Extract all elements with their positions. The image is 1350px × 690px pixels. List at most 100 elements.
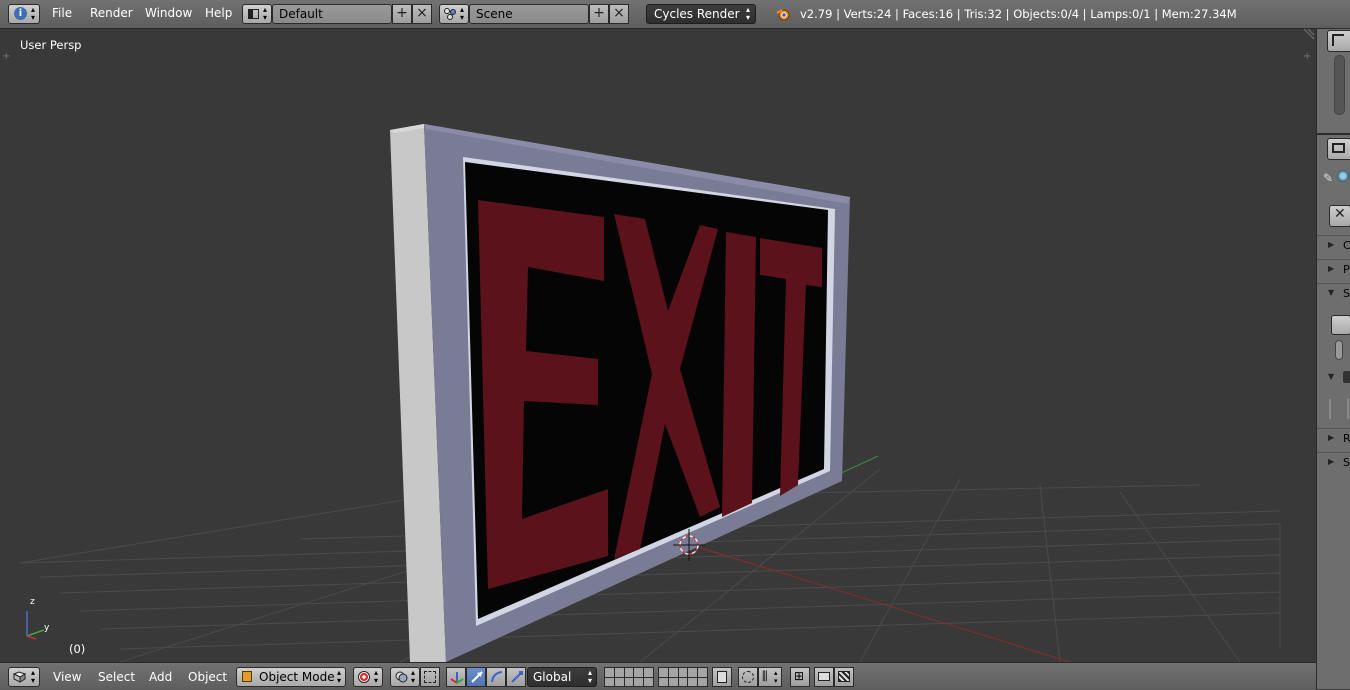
letter-e [478, 200, 608, 589]
pin-icon[interactable]: ✎ [1323, 171, 1333, 185]
world-icon[interactable] [1337, 170, 1349, 182]
menu-window[interactable]: Window [145, 6, 192, 20]
expand-arrow-icon: ▼ [1328, 372, 1335, 381]
chevron-updown-icon: ▴ ▾ [31, 5, 36, 22]
layout-browse-button[interactable]: ▴ ▾ [242, 4, 272, 24]
layout-name-field[interactable]: Default [272, 4, 392, 24]
scale-icon [510, 670, 524, 687]
rotate-icon [490, 670, 504, 687]
scene-layers-group-2[interactable] [658, 667, 708, 687]
chevron-updown-icon: ▴ ▾ [336, 668, 341, 685]
collapse-arrow-icon: ▶ [1328, 264, 1335, 273]
opengl-render-image-button[interactable] [814, 667, 834, 687]
snap-element-select[interactable]: ⫼ ▴ ▾ [758, 667, 782, 687]
scene-name-field[interactable]: Scene [469, 4, 589, 24]
menu-view[interactable]: View [53, 670, 81, 684]
manipulate-center-button[interactable] [420, 667, 440, 687]
layout-grid-icon [248, 9, 259, 19]
remove-scene-button[interactable]: × [609, 4, 629, 24]
scene-layers-group-1[interactable] [604, 667, 654, 687]
menu-object[interactable]: Object [188, 670, 227, 684]
chevron-updown-icon: ▴ ▾ [745, 5, 750, 22]
area-split-icon[interactable]: + [2, 51, 10, 62]
orientation-label: Global [533, 670, 572, 684]
area-split-icon[interactable]: + [1303, 51, 1311, 62]
panel-label: P [1343, 263, 1350, 276]
3d-viewport[interactable]: User Persp (0) z y + + [0, 29, 1316, 662]
panel-field[interactable] [1343, 371, 1350, 383]
panel-header-3[interactable]: ▼ S [1317, 283, 1350, 304]
menu-render[interactable]: Render [90, 6, 133, 20]
scale-manipulator-button[interactable] [506, 667, 526, 687]
snap-increment-icon: ⫼ [762, 669, 768, 683]
snap-target-button[interactable]: ⊞ [790, 667, 810, 687]
panel-field-pair[interactable] [1329, 399, 1349, 419]
translate-manipulator-button[interactable] [466, 667, 486, 687]
proportional-editing-button[interactable] [738, 667, 758, 687]
rotate-manipulator-button[interactable] [486, 667, 506, 687]
chevron-updown-icon: ▴ ▾ [774, 669, 778, 685]
layers-lock-icon [717, 671, 727, 683]
panel-header-1[interactable]: ▶ C [1317, 235, 1350, 256]
right-editor-area: ✎ ✕ ▶ C ▶ P ▼ S ▼ ▶ R ▶ S [1316, 29, 1350, 689]
transform-orientation-select[interactable]: Global ▴ ▾ [527, 667, 597, 687]
area-divider[interactable] [1317, 133, 1350, 135]
chevron-updown-icon: ▴ ▾ [460, 5, 465, 22]
panel-header-6[interactable]: ▶ S [1317, 452, 1350, 473]
translate-arrow-icon [470, 670, 484, 687]
remove-layout-button[interactable]: × [412, 4, 432, 24]
collapse-arrow-icon: ▶ [1328, 433, 1335, 442]
render-settings-button[interactable] [1331, 315, 1350, 335]
transform-manipulator-toggle[interactable] [446, 667, 466, 687]
panel-header-2[interactable]: ▶ P [1317, 259, 1350, 280]
panel-header-4[interactable]: ▼ [1317, 368, 1350, 388]
chevron-updown-icon: ▴ ▾ [411, 668, 416, 685]
axis-gizmo [26, 611, 45, 640]
render-engine-select[interactable]: Cycles Render ▴ ▾ [646, 4, 756, 24]
properties-type-button[interactable] [1327, 138, 1350, 160]
add-scene-button[interactable]: + [589, 4, 609, 24]
letter-i [722, 232, 756, 517]
area-corner-handle-icon[interactable] [1302, 29, 1314, 41]
collapse-arrow-icon: ▶ [1328, 240, 1335, 249]
close-icon: × [416, 5, 428, 21]
panel-scrollbar[interactable] [1335, 340, 1343, 360]
scene-browse-button[interactable]: ▴ ▾ [439, 4, 469, 24]
panel-header-5[interactable]: ▶ R [1317, 428, 1350, 449]
menu-add[interactable]: Add [149, 670, 172, 684]
outliner-type-button[interactable] [1327, 30, 1350, 52]
top-header: i ▴ ▾ File Render Window Help ▴ ▾ Default … [0, 0, 1350, 29]
menu-file[interactable]: File [52, 6, 72, 20]
mode-label: Object Mode [259, 670, 335, 684]
menu-select[interactable]: Select [98, 670, 135, 684]
proportional-edit-icon [742, 671, 754, 683]
close-icon: × [613, 5, 625, 21]
render-engine-label: Cycles Render [654, 7, 740, 21]
current-frame-label: (0) [69, 642, 86, 656]
panel-label: R [1343, 432, 1350, 445]
editor-type-button[interactable]: ▴ ▾ [8, 667, 40, 687]
add-layout-button[interactable]: + [392, 4, 412, 24]
gizmo-y-label: y [44, 623, 50, 633]
clapperboard-icon [838, 671, 850, 682]
blender-logo-icon [776, 7, 790, 21]
viewport-shading-button[interactable]: ▴ ▾ [353, 667, 383, 687]
panel-label: C [1343, 239, 1350, 252]
plus-icon: + [396, 5, 408, 21]
manipulator-axes-icon [450, 670, 464, 687]
menu-help[interactable]: Help [205, 6, 232, 20]
chevron-updown-icon: ▴ ▾ [587, 668, 592, 685]
outliner-icon [1332, 34, 1344, 46]
interaction-mode-select[interactable]: Object Mode ▴ ▾ [236, 667, 346, 687]
info-editor-type-button[interactable]: i ▴ ▾ [8, 4, 40, 24]
chevron-updown-icon: ▴ ▾ [31, 668, 36, 685]
lock-camera-layers-button[interactable] [712, 667, 732, 687]
render-properties-tab[interactable]: ✕ [1329, 205, 1350, 227]
chevron-updown-icon: ▴ ▾ [374, 668, 379, 685]
outliner-scrollbar[interactable] [1334, 55, 1345, 115]
viewport-scene [19, 124, 1281, 662]
opengl-render-animation-button[interactable] [834, 667, 854, 687]
collapse-arrow-icon: ▶ [1328, 457, 1335, 466]
pivot-point-button[interactable]: ▴ ▾ [390, 667, 420, 687]
x-axis-line [687, 543, 1071, 662]
